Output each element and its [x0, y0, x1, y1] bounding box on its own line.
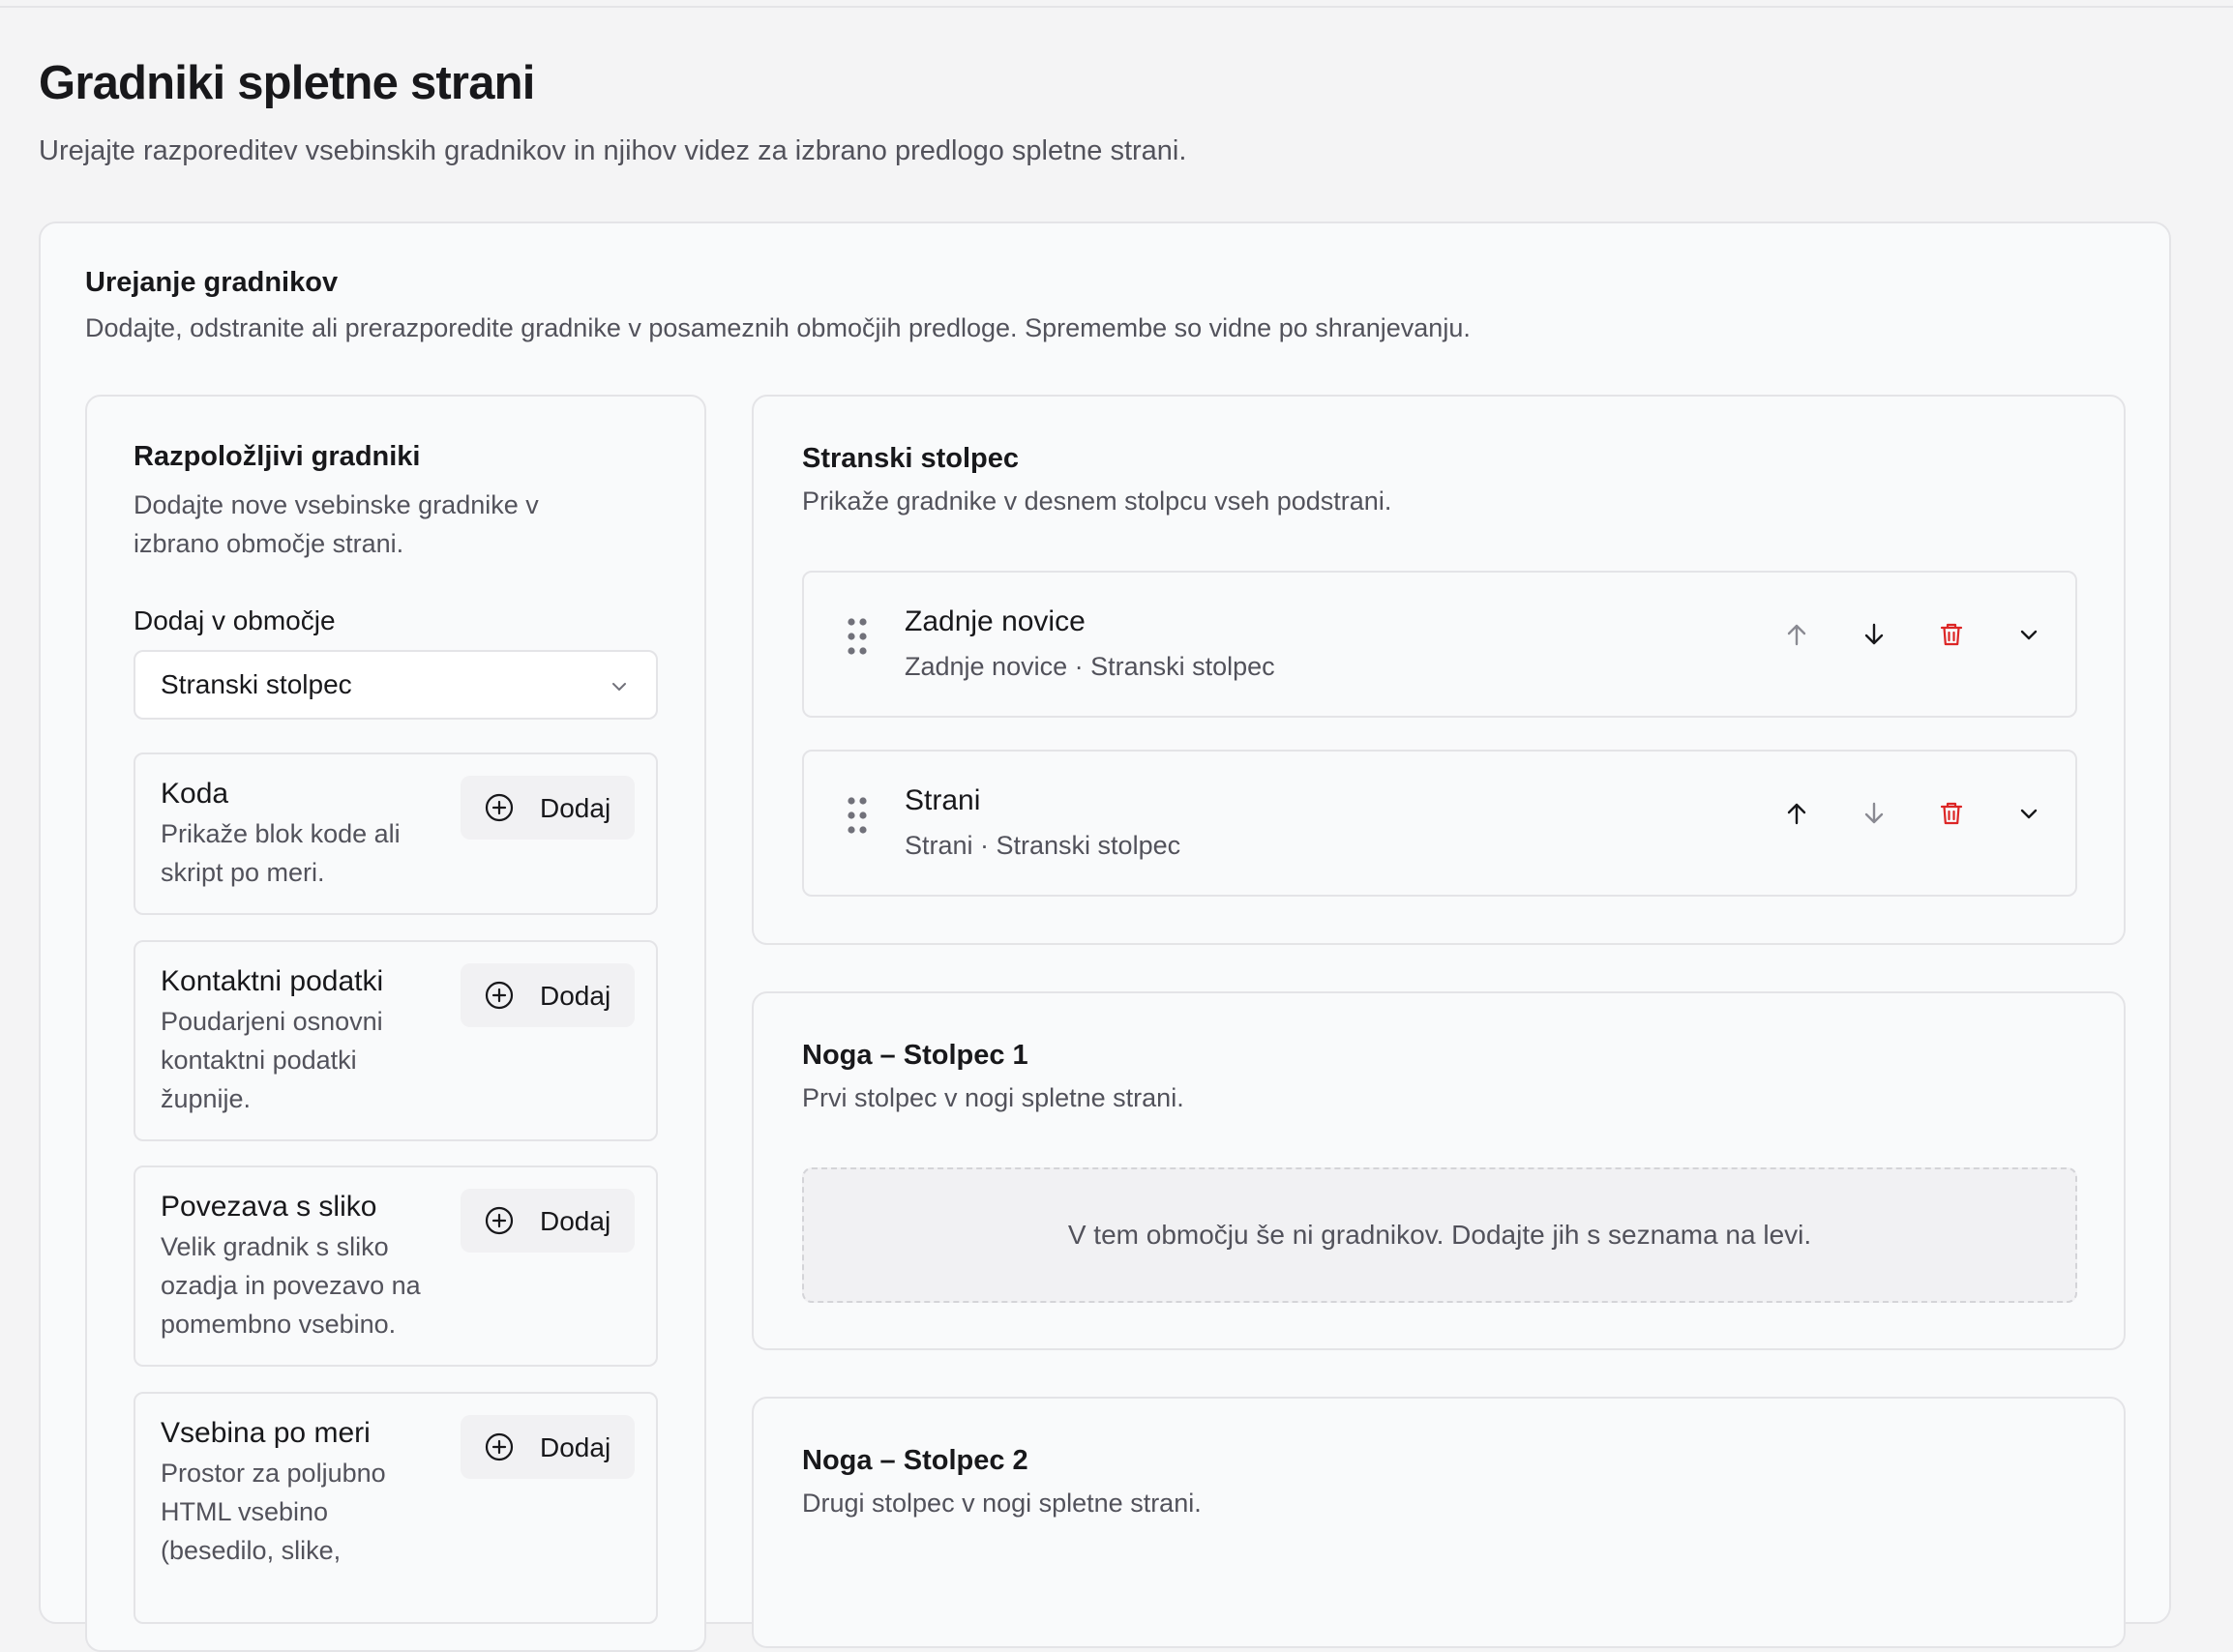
- arrow-down-icon[interactable]: [1859, 798, 1890, 829]
- widget-name: Koda: [161, 778, 229, 810]
- area-select[interactable]: Stranski stolpec: [134, 650, 658, 720]
- add-widget-label: Dodaj: [540, 1206, 611, 1236]
- arrow-up-icon[interactable]: [1781, 798, 1812, 829]
- placed-widget-row: Zadnje novice Zadnje novice · Stranski s…: [802, 571, 2077, 718]
- widget-description: Prostor za poljubno HTML vsebino (besedi…: [161, 1459, 386, 1565]
- top-divider: [0, 6, 2233, 8]
- empty-area-dropzone[interactable]: V tem območju še ni gradnikov. Dodajte j…: [802, 1167, 2077, 1303]
- area-description: Drugi stolpec v nogi spletne strani.: [802, 1489, 1202, 1518]
- placed-widget-row: Strani Strani · Stranski stolpec: [802, 750, 2077, 897]
- add-widget-button[interactable]: Dodaj: [461, 1415, 635, 1479]
- widget-name: Kontaktni podatki: [161, 965, 384, 997]
- arrow-up-icon[interactable]: [1781, 619, 1812, 650]
- chevron-down-icon[interactable]: [2013, 619, 2044, 650]
- area-title: Stranski stolpec: [802, 443, 1020, 474]
- widget-name: Vsebina po meri: [161, 1417, 371, 1449]
- area-description: Prikaže gradnike v desnem stolpcu vseh p…: [802, 487, 1392, 516]
- area-title: Noga – Stolpec 1: [802, 1040, 1028, 1071]
- widget-name: Povezava s sliko: [161, 1191, 377, 1223]
- widget-card-povezava-s-sliko: Povezava s sliko Velik gradnik s sliko o…: [134, 1165, 658, 1367]
- arrow-down-icon[interactable]: [1859, 619, 1890, 650]
- plus-circle-icon: [485, 1206, 514, 1235]
- area-panel-noga-stolpec-1: Noga – Stolpec 1 Prvi stolpec v nogi spl…: [752, 991, 2126, 1350]
- area-title: Noga – Stolpec 2: [802, 1445, 1028, 1476]
- add-widget-label: Dodaj: [540, 1432, 611, 1462]
- page-subtitle: Urejajte razporeditev vsebinskih gradnik…: [39, 135, 1187, 166]
- chevron-down-icon: [612, 683, 626, 691]
- placed-widget-title: Strani: [905, 784, 981, 816]
- area-panel-noga-stolpec-2: Noga – Stolpec 2 Drugi stolpec v nogi sp…: [752, 1397, 2126, 1648]
- trash-icon[interactable]: [1936, 619, 1967, 650]
- grip-vertical-icon[interactable]: [847, 796, 868, 835]
- placed-widget-subtitle: Strani · Stranski stolpec: [905, 831, 1181, 860]
- add-widget-label: Dodaj: [540, 981, 611, 1011]
- widget-card-koda: Koda Prikaže blok kode ali skript po mer…: [134, 752, 658, 915]
- add-widget-label: Dodaj: [540, 793, 611, 823]
- add-widget-button[interactable]: Dodaj: [461, 963, 635, 1027]
- area-panel-stranski-stolpec: Stranski stolpec Prikaže gradnike v desn…: [752, 395, 2126, 945]
- plus-circle-icon: [485, 981, 514, 1010]
- area-select-label: Dodaj v območje: [134, 605, 336, 635]
- add-widget-button[interactable]: Dodaj: [461, 1189, 635, 1253]
- area-description: Prvi stolpec v nogi spletne strani.: [802, 1083, 1184, 1112]
- editor-title: Urejanje gradnikov: [85, 267, 339, 298]
- page-title: Gradniki spletne strani: [39, 57, 535, 109]
- add-widget-button[interactable]: Dodaj: [461, 776, 635, 840]
- available-widgets-title: Razpoložljivi gradniki: [134, 441, 421, 472]
- editor-description: Dodajte, odstranite ali prerazporedite g…: [85, 313, 1471, 342]
- area-select-value: Stranski stolpec: [161, 669, 352, 699]
- plus-circle-icon: [485, 1432, 514, 1461]
- placed-widget-title: Zadnje novice: [905, 605, 1086, 637]
- widget-card-vsebina-po-meri: Vsebina po meri Prostor za poljubno HTML…: [134, 1392, 658, 1624]
- trash-icon[interactable]: [1936, 798, 1967, 829]
- grip-vertical-icon[interactable]: [847, 617, 868, 656]
- chevron-down-icon[interactable]: [2013, 798, 2044, 829]
- widget-card-kontaktni-podatki: Kontaktni podatki Poudarjeni osnovni kon…: [134, 940, 658, 1141]
- placed-widget-subtitle: Zadnje novice · Stranski stolpec: [905, 652, 1275, 681]
- widget-description: Velik gradnik s sliko ozadja in povezavo…: [161, 1232, 421, 1339]
- widget-description: Poudarjeni osnovni kontaktni podatki žup…: [161, 1007, 383, 1113]
- widget-description: Prikaže blok kode ali skript po meri.: [161, 819, 401, 887]
- plus-circle-icon: [485, 793, 514, 822]
- available-widgets-description: Dodajte nove vsebinske gradnike v izbran…: [134, 490, 539, 558]
